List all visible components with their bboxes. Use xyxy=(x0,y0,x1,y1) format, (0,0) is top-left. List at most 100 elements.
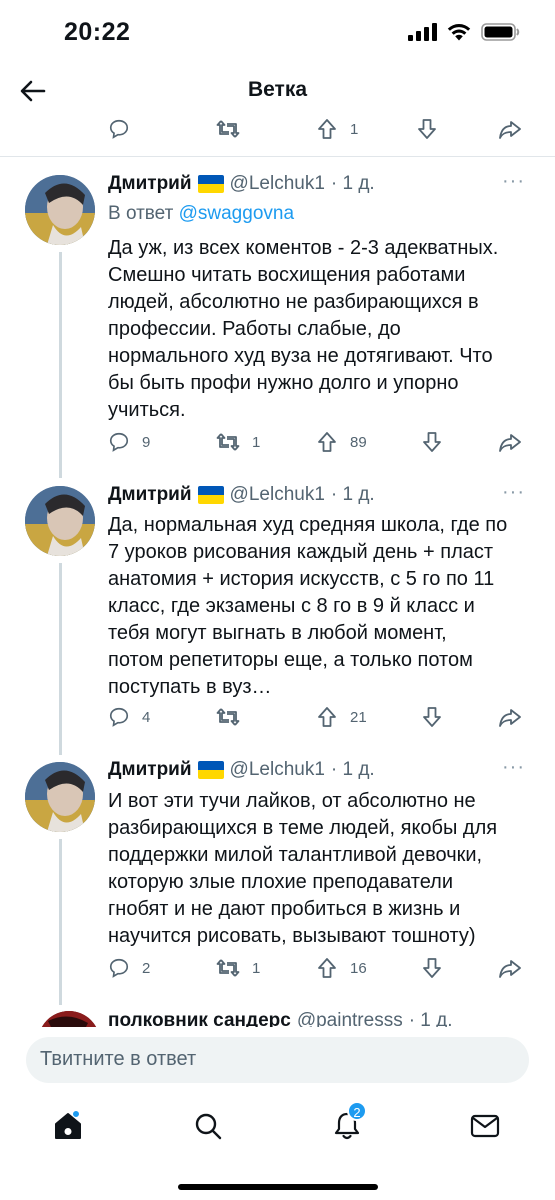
author-name[interactable]: Дмитрий xyxy=(108,484,192,506)
tweet-meta: полковник сандерс @paintresss · 1 д. xyxy=(108,1010,453,1027)
retweet-icon xyxy=(216,708,240,726)
author-name[interactable]: полковник сандерс xyxy=(108,1010,291,1027)
author-name[interactable]: Дмитрий xyxy=(108,759,192,781)
avatar-image xyxy=(25,762,95,832)
notifications-badge: 2 xyxy=(347,1101,367,1121)
compose-placeholder: Твитните в ответ xyxy=(40,1048,197,1070)
tab-home[interactable] xyxy=(48,1106,88,1146)
tweet-meta: Дмитрий @Lelchuk1 · 1 д. xyxy=(108,759,375,781)
reply-handle-link[interactable]: @swaggovna xyxy=(179,203,294,224)
avatar[interactable] xyxy=(38,1011,100,1027)
reply-context: В ответ @swaggovna xyxy=(108,203,294,225)
status-time: 20:22 xyxy=(64,18,131,46)
tweet-time: · 1 д. xyxy=(330,759,375,780)
retweet-icon xyxy=(216,433,240,451)
more-options-button[interactable]: ··· xyxy=(502,481,525,504)
author-handle[interactable]: @Lelchuk1 xyxy=(230,759,325,781)
reply-button[interactable]: 9 xyxy=(108,427,150,457)
avatar[interactable] xyxy=(25,175,95,245)
tweet-text: И вот эти тучи лайков, от абсолютно не р… xyxy=(108,790,498,947)
tweet-time: · 1 д. xyxy=(408,1010,453,1027)
reply-button[interactable]: 4 xyxy=(108,702,150,732)
like-count: 89 xyxy=(350,433,367,451)
avatar[interactable] xyxy=(25,762,95,832)
home-notification-dot xyxy=(72,1110,80,1118)
status-icons xyxy=(408,22,521,42)
retweet-icon xyxy=(216,959,240,977)
tweet-actions: 4 21 xyxy=(108,702,528,732)
share-icon xyxy=(499,121,521,139)
status-bar: 20:22 xyxy=(0,0,555,66)
share-button[interactable] xyxy=(498,114,522,144)
share-button[interactable] xyxy=(498,953,522,983)
tweet-meta: Дмитрий @Lelchuk1 · 1 д. xyxy=(108,173,375,195)
cellular-signal-icon xyxy=(408,23,437,41)
author-name[interactable]: Дмитрий xyxy=(108,173,192,195)
retweet-count: 1 xyxy=(252,433,261,451)
home-indicator xyxy=(178,1184,378,1190)
retweet-button[interactable]: 1 xyxy=(216,953,260,983)
retweet-button[interactable] xyxy=(216,702,252,732)
like-button[interactable]: 16 xyxy=(316,953,367,983)
retweet-count: 1 xyxy=(252,959,261,977)
reply-button[interactable]: 2 xyxy=(108,953,150,983)
downvote-button[interactable] xyxy=(416,114,438,144)
wifi-icon xyxy=(447,24,471,41)
bottom-tab-bar: 2 xyxy=(0,1090,555,1200)
author-handle[interactable]: @paintresss xyxy=(297,1010,403,1027)
share-icon xyxy=(499,709,521,727)
page-title: Ветка xyxy=(247,78,308,101)
author-handle[interactable]: @Lelchuk1 xyxy=(230,173,325,195)
downvote-arrow-icon xyxy=(423,432,441,452)
like-button[interactable]: 1 xyxy=(316,114,358,144)
upvote-arrow-icon xyxy=(318,432,336,452)
share-icon xyxy=(499,960,521,978)
upvote-arrow-icon xyxy=(318,707,336,727)
retweet-button[interactable]: 1 xyxy=(216,427,260,457)
tab-messages[interactable] xyxy=(465,1106,505,1146)
reply-compose-input[interactable]: Твитните в ответ xyxy=(26,1037,529,1083)
upvote-arrow-icon xyxy=(318,119,336,139)
tweet-text: Да уж, из всех коментов - 2-3 адекватных… xyxy=(108,237,499,421)
like-count: 16 xyxy=(350,959,367,977)
downvote-button[interactable] xyxy=(421,427,443,457)
downvote-button[interactable] xyxy=(421,953,443,983)
reply-button[interactable] xyxy=(108,114,130,144)
battery-icon xyxy=(481,23,520,41)
tab-search[interactable] xyxy=(188,1106,228,1146)
tweet-partial[interactable]: полковник сандерс @paintresss · 1 д. xyxy=(0,1005,555,1027)
avatar-image xyxy=(38,1011,100,1027)
downvote-arrow-icon xyxy=(423,958,441,978)
retweet-button[interactable] xyxy=(216,114,240,144)
like-button[interactable]: 89 xyxy=(316,427,367,457)
ukraine-flag-icon xyxy=(197,175,224,193)
share-icon xyxy=(499,434,521,452)
reply-count: 2 xyxy=(142,959,151,977)
tweet-actions: 9 1 89 xyxy=(108,427,528,457)
downvote-button[interactable] xyxy=(421,702,443,732)
share-button[interactable] xyxy=(498,427,522,457)
reply-icon xyxy=(109,119,129,139)
ukraine-flag-icon xyxy=(197,761,224,779)
downvote-arrow-icon xyxy=(418,119,436,139)
more-options-button[interactable]: ··· xyxy=(502,756,525,779)
retweet-icon xyxy=(216,120,240,138)
downvote-arrow-icon xyxy=(423,707,441,727)
reply-icon xyxy=(109,432,129,452)
tweet-actions: 2 1 16 xyxy=(108,953,528,983)
author-handle[interactable]: @Lelchuk1 xyxy=(230,484,325,506)
thread-line xyxy=(59,563,62,755)
thread-line xyxy=(59,252,62,478)
avatar[interactable] xyxy=(25,486,95,556)
more-options-button[interactable]: ··· xyxy=(502,170,525,193)
share-button[interactable] xyxy=(498,702,522,732)
like-button[interactable]: 21 xyxy=(316,702,367,732)
avatar-image xyxy=(25,175,95,245)
reply-count: 9 xyxy=(142,433,151,451)
tab-notifications[interactable]: 2 xyxy=(327,1101,367,1146)
reply-label: В ответ xyxy=(108,203,174,224)
ukraine-flag-icon xyxy=(197,486,224,504)
upvote-arrow-icon xyxy=(318,958,336,978)
thread-header: Ветка xyxy=(0,66,555,118)
tweet-time: · 1 д. xyxy=(330,484,375,505)
